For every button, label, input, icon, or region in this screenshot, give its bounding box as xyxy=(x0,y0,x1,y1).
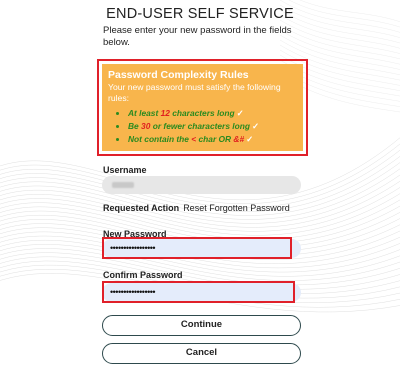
password-rules-panel: Password Complexity Rules Your new passw… xyxy=(102,64,303,151)
username-field xyxy=(102,176,301,194)
page-title: END-USER SELF SERVICE xyxy=(106,6,294,22)
confirm-password-label: Confirm Password xyxy=(103,270,183,280)
confirm-password-highlight xyxy=(102,281,295,303)
rule-min-length: At least 12 characters long✓ xyxy=(128,107,297,120)
rule-max-length: Be 30 or fewer characters long✓ xyxy=(128,120,297,133)
requested-action-value: Reset Forgotten Password xyxy=(183,203,290,213)
rules-list: At least 12 characters long✓ Be 30 or fe… xyxy=(108,107,297,146)
check-icon: ✓ xyxy=(236,108,244,118)
rule-min-length-value: 12 xyxy=(160,108,170,118)
new-password-highlight xyxy=(102,237,292,259)
requested-action-label: Requested Action xyxy=(103,203,180,213)
check-icon: ✓ xyxy=(251,121,260,131)
rule-forbidden-char-2: &# xyxy=(233,134,245,144)
rule-max-length-value: 30 xyxy=(141,121,151,131)
cancel-button[interactable]: Cancel xyxy=(102,343,301,364)
username-label: Username xyxy=(103,165,147,175)
requested-action: Requested Action Reset Forgotten Password xyxy=(103,203,290,213)
self-service-page: END-USER SELF SERVICE Please enter your … xyxy=(0,0,400,372)
rules-title: Password Complexity Rules xyxy=(108,69,249,81)
check-icon: ✓ xyxy=(246,134,254,144)
rules-description: Your new password must satisfy the follo… xyxy=(108,82,281,103)
continue-button[interactable]: Continue xyxy=(102,315,301,336)
rule-forbidden-chars: Not contain the < char OR &#✓ xyxy=(128,133,297,146)
instructions-text: Please enter your new password in the fi… xyxy=(103,25,292,48)
redacted-username xyxy=(112,181,134,188)
